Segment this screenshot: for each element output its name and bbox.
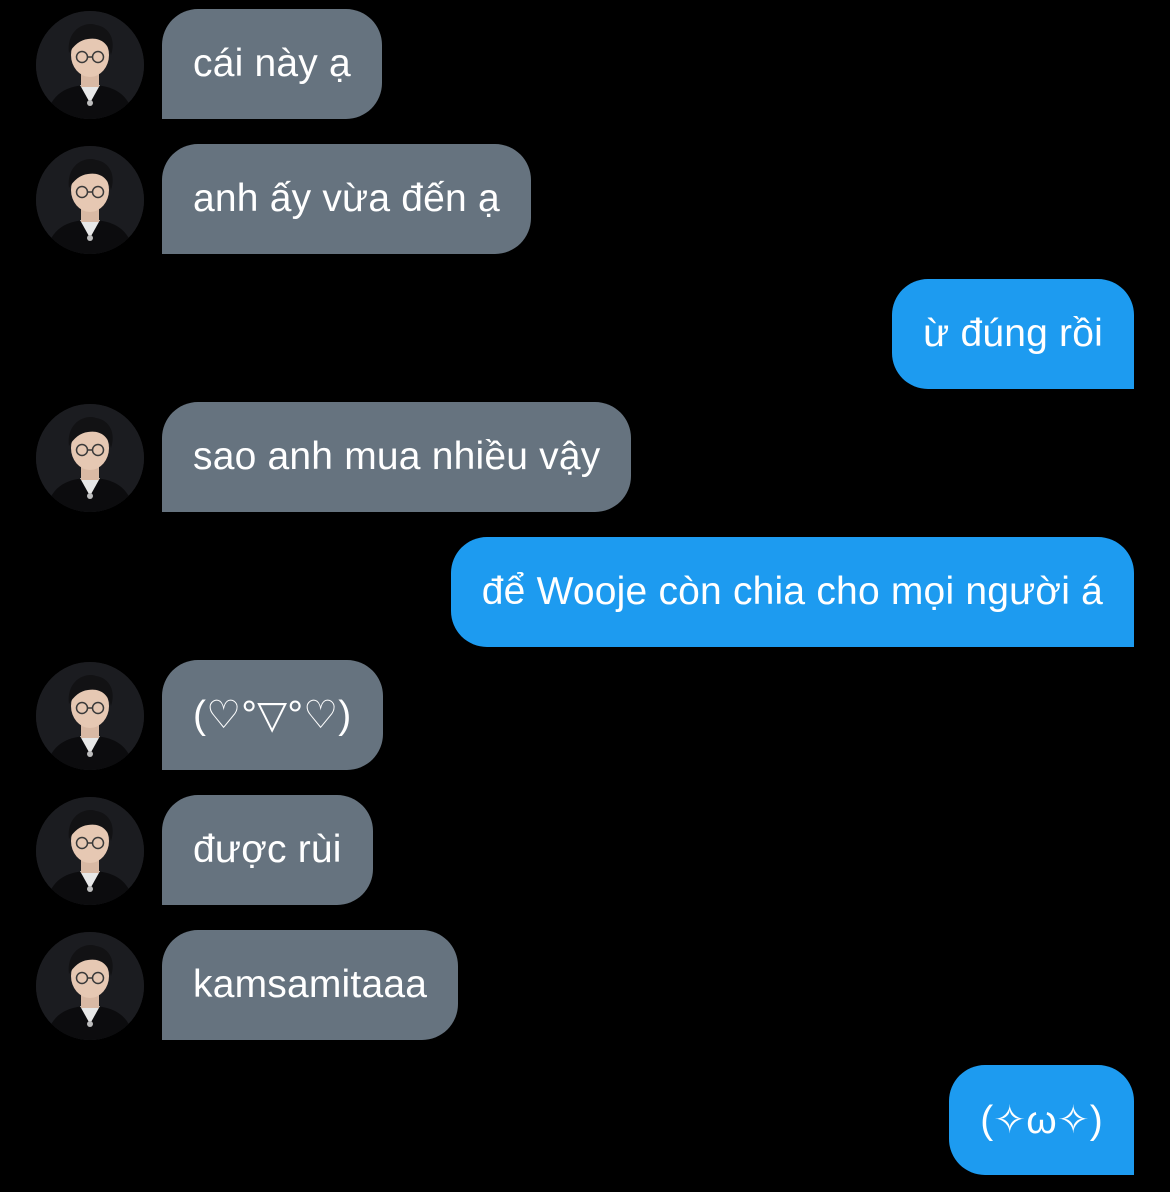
sender-avatar[interactable] [36, 932, 144, 1040]
avatar-photo-icon [36, 797, 144, 905]
sender-avatar[interactable] [36, 11, 144, 119]
message-row: để Wooje còn chia cho mọi người á [0, 537, 1170, 649]
incoming-message-bubble[interactable]: kamsamitaaa [162, 930, 459, 1040]
avatar-photo-icon [36, 146, 144, 254]
outgoing-message-bubble[interactable]: ừ đúng rồi [892, 279, 1134, 389]
outgoing-message-bubble[interactable]: (✧ω✧) [949, 1065, 1134, 1175]
message-row: được rùi [0, 795, 1170, 907]
incoming-message-bubble[interactable]: được rùi [162, 795, 373, 905]
sender-avatar[interactable] [36, 404, 144, 512]
avatar-photo-icon [36, 404, 144, 512]
sender-avatar[interactable] [36, 662, 144, 770]
message-row: cái này ạ [0, 9, 1170, 121]
avatar-photo-icon [36, 932, 144, 1040]
incoming-message-bubble[interactable]: cái này ạ [162, 9, 382, 119]
message-row: kamsamitaaa [0, 930, 1170, 1042]
message-row: (♡°▽°♡) [0, 660, 1170, 772]
sender-avatar[interactable] [36, 146, 144, 254]
outgoing-message-bubble[interactable]: để Wooje còn chia cho mọi người á [450, 537, 1134, 647]
incoming-message-bubble[interactable]: sao anh mua nhiều vậy [162, 402, 632, 512]
message-row: (✧ω✧) [0, 1065, 1170, 1177]
sender-avatar[interactable] [36, 797, 144, 905]
incoming-message-bubble[interactable]: (♡°▽°♡) [162, 660, 383, 770]
message-row: anh ấy vừa đến ạ [0, 144, 1170, 256]
message-row: sao anh mua nhiều vậy [0, 402, 1170, 514]
avatar-photo-icon [36, 11, 144, 119]
incoming-message-bubble[interactable]: anh ấy vừa đến ạ [162, 144, 531, 254]
message-row: ừ đúng rồi [0, 279, 1170, 391]
avatar-photo-icon [36, 662, 144, 770]
